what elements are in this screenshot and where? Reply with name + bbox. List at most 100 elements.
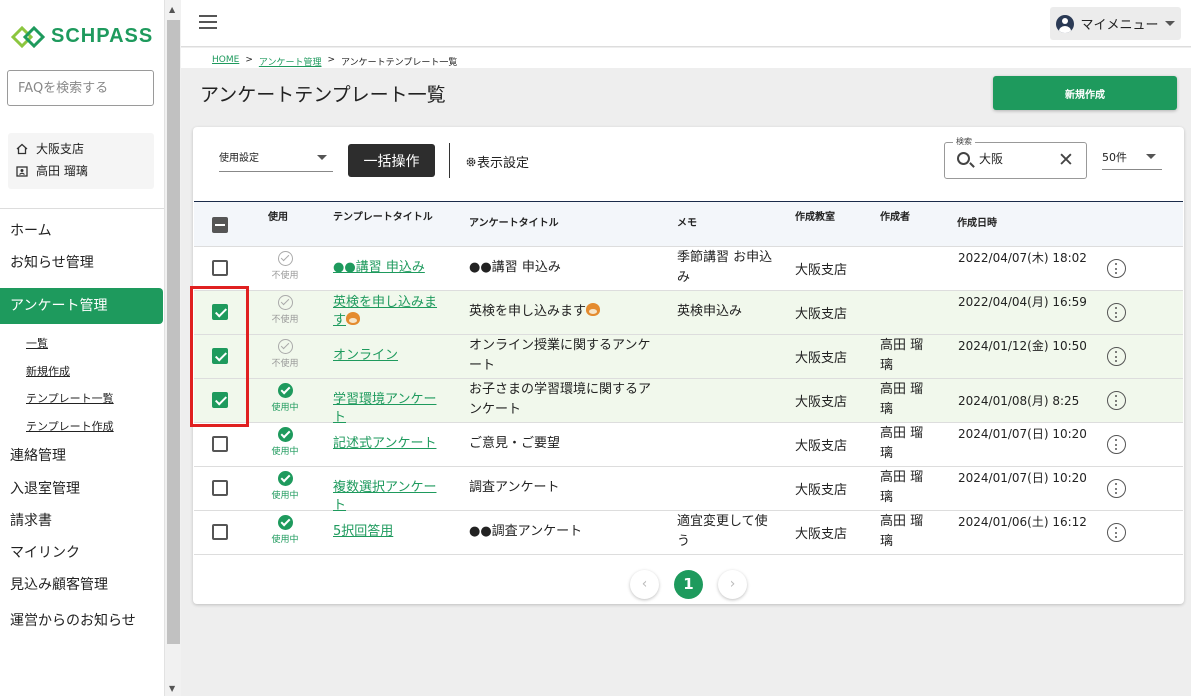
sidebar-divider	[0, 208, 164, 209]
use-status-label: 不使用	[271, 359, 299, 369]
template-title-link[interactable]: 記述式アンケート	[333, 435, 437, 453]
table-row[interactable]: 使用中 学習環境アンケート お子さまの学習環境に関するアンケート 大阪支店 高田…	[194, 379, 1183, 425]
survey-title: ●●調査アンケート	[469, 524, 583, 539]
row-checkbox[interactable]	[212, 260, 228, 276]
created-date: 2024/01/12(金) 10:50	[958, 339, 1087, 353]
nav-news[interactable]: お知らせ管理	[0, 253, 164, 273]
table-row[interactable]: 不使用 ●●講習 申込み ●●講習 申込み 季節講習 お申込み 大阪支店 202…	[194, 247, 1183, 291]
check-circle-icon	[277, 515, 293, 530]
room: 大阪支店	[795, 307, 848, 322]
breadcrumb-separator: >	[245, 55, 253, 65]
more-vert-icon[interactable]	[1107, 435, 1126, 454]
use-status-label: 使用中	[271, 535, 299, 545]
nav-entry[interactable]: 入退室管理	[0, 479, 164, 499]
template-title-link[interactable]: オンライン	[333, 347, 437, 365]
prev-page-button[interactable]: ‹	[630, 570, 659, 599]
row-checkbox[interactable]	[212, 480, 228, 496]
nav-survey[interactable]: アンケート管理	[0, 288, 163, 324]
row-checkbox[interactable]	[212, 436, 228, 452]
author: 高田 瑠璃	[880, 514, 924, 549]
use-status[interactable]: 不使用	[259, 251, 311, 281]
created-date: 2024/01/06(土) 16:12	[958, 515, 1087, 529]
close-icon[interactable]: ✕	[1058, 151, 1074, 170]
sidebar-scrollbar[interactable]: ▲ ▼	[164, 0, 181, 696]
nav-mylink[interactable]: マイリンク	[0, 543, 164, 563]
header-created[interactable]: 作成日時	[957, 214, 997, 229]
select-all-checkbox[interactable]	[212, 217, 228, 233]
nav-contact[interactable]: 連絡管理	[0, 446, 164, 466]
author: 高田 瑠璃	[880, 338, 924, 373]
survey-title: オンライン授業に関するアンケート	[469, 338, 651, 373]
header-template-title[interactable]: テンプレートタイトル	[333, 208, 433, 223]
per-page-select[interactable]: 50件	[1102, 146, 1162, 170]
template-title-link[interactable]: ●●講習 申込み	[333, 259, 437, 277]
more-vert-icon[interactable]	[1107, 391, 1126, 410]
use-status[interactable]: 使用中	[259, 383, 311, 413]
nav-sub-list[interactable]: 一覧	[26, 335, 48, 351]
table-row[interactable]: 不使用 英検を申し込みます 英検を申し込みます 英検申込み 大阪支店 2022/…	[194, 291, 1183, 335]
breadcrumb-home[interactable]: HOME	[212, 55, 239, 68]
table-row[interactable]: 使用中 複数選択アンケート 調査アンケート 大阪支店 高田 瑠璃 2024/01…	[194, 467, 1183, 513]
check-circle-icon	[277, 471, 293, 486]
template-title-link[interactable]: 複数選択アンケート	[333, 479, 437, 515]
row-checkbox[interactable]	[212, 524, 228, 540]
more-vert-icon[interactable]	[1107, 523, 1126, 542]
more-vert-icon[interactable]	[1107, 479, 1126, 498]
table-row[interactable]: 使用中 記述式アンケート ご意見・ご要望 大阪支店 高田 瑠璃 2024/01/…	[194, 423, 1183, 467]
template-title-link[interactable]: 英検を申し込みます	[333, 294, 437, 330]
scrollbar-thumb[interactable]	[167, 20, 180, 644]
display-settings-button[interactable]: 表示設定	[465, 152, 529, 171]
header-use[interactable]: 使用	[268, 208, 288, 223]
survey-title-text: 英検を申し込みます	[469, 304, 587, 319]
author: 高田 瑠璃	[880, 382, 924, 417]
logo-text: SCHPASS	[51, 25, 154, 47]
nav-sub-new[interactable]: 新規作成	[26, 363, 70, 379]
chevron-down-icon	[1164, 21, 1175, 26]
search-field[interactable]: 検索 ✕	[944, 136, 1087, 179]
use-status[interactable]: 使用中	[259, 427, 311, 457]
breadcrumb-separator: >	[327, 55, 336, 65]
table-row[interactable]: 使用中 5択回答用 ●●調査アンケート 適宜変更して使う 大阪支店 高田 瑠璃 …	[194, 511, 1183, 555]
header-author[interactable]: 作成者	[880, 208, 910, 223]
created-date: 2022/04/04(月) 16:59	[958, 295, 1087, 309]
use-status[interactable]: 使用中	[259, 515, 311, 545]
faq-search-input[interactable]	[7, 70, 154, 106]
header-survey-title[interactable]: アンケートタイトル	[469, 214, 559, 229]
page-1-button[interactable]: 1	[674, 570, 703, 599]
memo: 季節講習 お申込み	[677, 250, 773, 285]
nav-prospect[interactable]: 見込み顧客管理	[0, 575, 164, 595]
use-status[interactable]: 不使用	[259, 295, 311, 325]
nav-home[interactable]: ホーム	[0, 221, 164, 241]
nav-operator-news[interactable]: 運営からのお知らせ	[0, 611, 164, 631]
use-setting-select[interactable]: 使用設定	[219, 146, 333, 172]
header-memo[interactable]: メモ	[677, 214, 697, 229]
bulk-action-button[interactable]: 一括操作	[348, 144, 435, 177]
use-setting-label: 使用設定	[219, 153, 259, 164]
scroll-up-arrow[interactable]: ▲	[169, 5, 175, 14]
more-vert-icon[interactable]	[1107, 347, 1126, 366]
check-circle-icon	[277, 383, 293, 398]
search-input[interactable]	[979, 151, 1049, 165]
tiger-emoji-icon	[346, 312, 361, 325]
template-title-link[interactable]: 5択回答用	[333, 523, 437, 541]
scroll-down-arrow[interactable]: ▼	[169, 684, 175, 693]
new-create-button[interactable]: 新規作成	[993, 76, 1177, 110]
nav-invoice[interactable]: 請求書	[0, 511, 164, 531]
survey-title: お子さまの学習環境に関するアンケート	[469, 382, 652, 417]
table-row[interactable]: 不使用 オンライン オンライン授業に関するアンケート 大阪支店 高田 瑠璃 20…	[194, 335, 1183, 379]
logo[interactable]: SCHPASS	[11, 25, 153, 48]
nav-sub-template-list[interactable]: テンプレート一覧	[26, 390, 114, 406]
more-vert-icon[interactable]	[1107, 259, 1126, 278]
next-page-button[interactable]: ›	[718, 570, 747, 599]
header-room[interactable]: 作成教室	[795, 208, 835, 223]
nav-sub-template-new[interactable]: テンプレート作成	[26, 418, 114, 434]
menu-icon[interactable]	[199, 15, 217, 29]
use-status[interactable]: 不使用	[259, 339, 311, 369]
chevron-down-icon	[1146, 154, 1156, 159]
breadcrumb-current: アンケートテンプレート一覧	[341, 58, 458, 68]
use-status[interactable]: 使用中	[259, 471, 311, 501]
more-vert-icon[interactable]	[1107, 303, 1126, 322]
breadcrumb-survey[interactable]: アンケート管理	[259, 55, 322, 68]
template-title-link[interactable]: 学習環境アンケート	[333, 391, 437, 427]
my-menu-button[interactable]: マイメニュー	[1050, 7, 1181, 40]
